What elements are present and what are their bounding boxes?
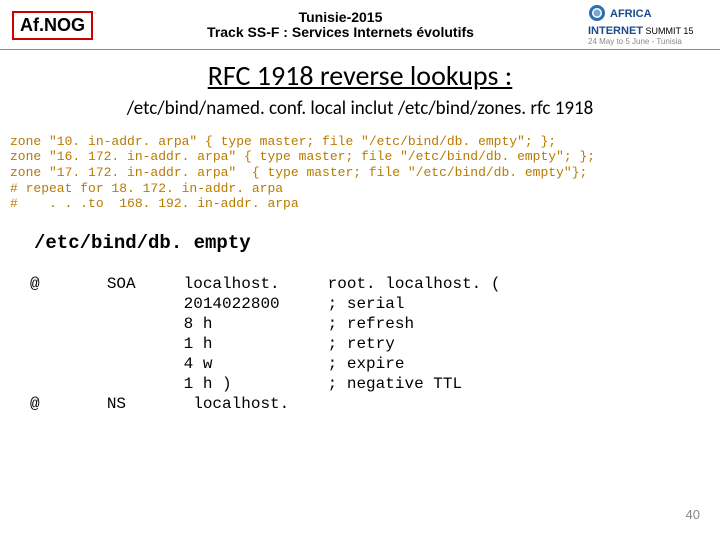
- zone-config-block: zone "10. in-addr. arpa" { type master; …: [10, 134, 710, 212]
- page-number: 40: [686, 507, 700, 522]
- db-empty-filename: /etc/bind/db. empty: [34, 232, 720, 254]
- globe-icon: [588, 4, 606, 25]
- summit-big: AFRICA: [610, 8, 652, 20]
- summit-sub: 24 May to 5 June - Tunisia: [588, 37, 682, 46]
- afnog-logo: Af.NOG: [12, 11, 93, 40]
- slide-subtitle: /etc/bind/named. conf. local inclut /etc…: [0, 97, 720, 120]
- summit-logo: AFRICA INTERNET SUMMIT 15 24 May to 5 Ju…: [588, 4, 708, 47]
- header-center: Tunisie-2015 Track SS-F : Services Inter…: [93, 10, 588, 41]
- summit-small: SUMMIT 15: [646, 26, 694, 36]
- slide-header: Af.NOG Tunisie-2015 Track SS-F : Service…: [0, 0, 720, 50]
- db-empty-contents: @ SOA localhost. root. localhost. ( 2014…: [30, 274, 720, 414]
- slide-title: RFC 1918 reverse lookups :: [0, 58, 720, 93]
- header-line2: Track SS-F : Services Internets évolutif…: [93, 25, 588, 40]
- header-line1: Tunisie-2015: [93, 10, 588, 25]
- summit-mid: INTERNET: [588, 25, 643, 37]
